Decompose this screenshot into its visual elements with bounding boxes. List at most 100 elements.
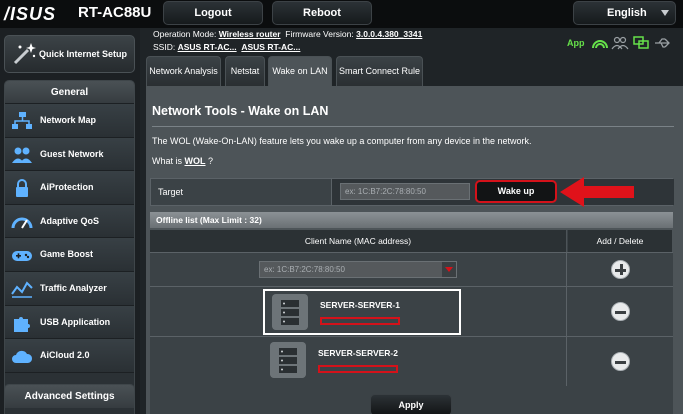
apply-button[interactable]: Apply <box>370 394 452 414</box>
brand-logo: /ISUS <box>4 4 57 24</box>
sidebar-item-adaptive-qos[interactable]: Adaptive QoS <box>5 204 134 239</box>
network-status-icon[interactable] <box>632 36 650 50</box>
client-cell: SERVER-SERVER-2 <box>150 337 567 386</box>
wake-up-button[interactable]: Wake up <box>475 180 557 203</box>
server-icon <box>272 294 308 330</box>
magic-wand-icon <box>13 43 36 65</box>
offline-list-table: Client Name (MAC address) Add / Delete e… <box>150 230 673 414</box>
add-client-button[interactable] <box>611 260 630 279</box>
sidebar-item-label: AiCloud 2.0 <box>40 350 90 361</box>
page-title: Network Tools - Wake on LAN <box>152 104 329 118</box>
quick-internet-setup-label: Quick Internet Setup <box>39 49 128 59</box>
table-row[interactable]: SERVER-SERVER-2 <box>150 336 673 386</box>
sidebar-item-game-boost[interactable]: Game Boost <box>5 238 134 272</box>
sidebar-item-aicloud[interactable]: AiCloud 2.0 <box>5 339 134 373</box>
sidebar-item-guest-network[interactable]: Guest Network <box>5 137 134 172</box>
sidebar-item-label: AiProtection <box>40 182 94 193</box>
language-value: English <box>607 7 647 19</box>
client-card[interactable]: SERVER-SERVER-1 <box>263 289 461 335</box>
advanced-settings-header: Advanced Settings <box>5 385 134 408</box>
guest-network-icon <box>12 147 32 163</box>
sidebar-item-label: Game Boost <box>40 249 94 260</box>
general-header: General <box>5 81 134 104</box>
puzzle-icon <box>14 316 30 332</box>
sidebar-item-label: Guest Network <box>40 148 104 159</box>
op-mode-link[interactable]: Wireless router <box>219 29 281 39</box>
sidebar-item-network-map[interactable]: Network Map <box>5 104 134 138</box>
server-icon <box>270 342 306 378</box>
what-is-wol: What is WOL ? <box>152 156 213 166</box>
cloud-icon <box>12 350 33 364</box>
sidebar-item-label: Adaptive QoS <box>40 215 100 226</box>
reboot-button[interactable]: Reboot <box>272 1 372 25</box>
sidebar-item-usb-application[interactable]: USB Application <box>5 305 134 340</box>
client-cell: SERVER-SERVER-1 <box>150 287 567 336</box>
general-menu: General Network Map Guest Network AiProt… <box>4 80 135 400</box>
delete-cell <box>568 287 673 336</box>
op-mode-label: Operation Mode: <box>153 29 217 39</box>
title-divider <box>152 126 674 127</box>
delete-client-button[interactable] <box>611 352 630 371</box>
target-mac-input[interactable]: ex: 1C:B7:2C:78:80:50 <box>340 183 470 200</box>
column-header-add-delete: Add / Delete <box>568 230 673 252</box>
advanced-settings-menu[interactable]: Advanced Settings <box>4 384 135 414</box>
ssid-line: SSID: ASUS RT-AC... ASUS RT-AC... <box>153 42 300 52</box>
sidebar-item-traffic-analyzer[interactable]: Traffic Analyzer <box>5 271 134 306</box>
client-card[interactable]: SERVER-SERVER-2 <box>263 339 461 385</box>
ssid-1: ASUS RT-AC... <box>177 42 237 52</box>
add-cell <box>568 253 673 286</box>
tab-network-analysis[interactable]: Network Analysis <box>146 56 221 86</box>
clients-status-icon[interactable] <box>611 36 629 50</box>
page-description: The WOL (Wake-On-LAN) feature lets you w… <box>152 136 532 146</box>
sidebar-item-label: USB Application <box>40 316 111 327</box>
language-select[interactable]: English <box>573 1 676 25</box>
internet-status-icon[interactable] <box>591 36 609 50</box>
logout-button[interactable]: Logout <box>163 1 263 25</box>
operation-mode-line: Operation Mode: Wireless router Firmware… <box>153 29 422 39</box>
quick-internet-setup-button[interactable]: Quick Internet Setup <box>4 35 135 73</box>
table-row-add: ex: 1C:B7:2C:78:80:50 <box>150 252 673 286</box>
chevron-down-icon <box>661 10 669 16</box>
firmware-link[interactable]: 3.0.0.4.380_3341 <box>356 29 422 39</box>
main-panel: Network Tools - Wake on LAN The WOL (Wak… <box>146 86 683 414</box>
tab-smart-connect-rule[interactable]: Smart Connect Rule <box>336 56 423 86</box>
network-map-icon <box>12 112 32 129</box>
target-label: Target <box>158 187 184 197</box>
tab-wake-on-lan[interactable]: Wake on LAN <box>268 56 332 86</box>
status-icons: App <box>567 36 675 52</box>
client-name: SERVER-SERVER-1 <box>320 300 400 310</box>
red-arrow-annotation <box>560 177 634 207</box>
wol-help-link[interactable]: WOL <box>185 156 206 166</box>
redaction-box <box>320 317 400 325</box>
what-is-prefix: What is <box>152 156 185 166</box>
status-info-bar: Operation Mode: Wireless router Firmware… <box>146 28 683 56</box>
lock-icon <box>16 179 28 198</box>
sidebar-item-label: Traffic Analyzer <box>40 282 107 293</box>
gamepad-icon <box>12 251 32 262</box>
what-is-suffix: ? <box>205 156 214 166</box>
ssid-label: SSID: <box>153 42 176 52</box>
dropdown-arrow-icon[interactable] <box>442 262 456 277</box>
qos-gauge-icon <box>11 217 33 229</box>
minus-icon <box>615 360 626 364</box>
app-link[interactable]: App <box>567 38 585 48</box>
minus-icon <box>615 310 626 314</box>
column-header-client: Client Name (MAC address) <box>150 230 567 252</box>
router-model: RT-AC88U <box>78 4 152 21</box>
sidebar-item-label: Network Map <box>40 115 97 125</box>
delete-cell <box>568 337 673 386</box>
client-mac-select[interactable]: ex: 1C:B7:2C:78:80:50 <box>259 261 457 278</box>
table-row[interactable]: SERVER-SERVER-1 <box>150 286 673 336</box>
client-name: SERVER-SERVER-2 <box>318 348 398 358</box>
tab-netstat[interactable]: Netstat <box>225 56 265 86</box>
top-bar: /ISUS RT-AC88U Logout Reboot English <box>0 0 683 28</box>
plus-icon-vertical <box>619 264 623 275</box>
client-mac-placeholder: ex: 1C:B7:2C:78:80:50 <box>264 265 345 274</box>
add-client-cell: ex: 1C:B7:2C:78:80:50 <box>150 253 567 286</box>
ssid-2: ASUS RT-AC... <box>241 42 301 52</box>
usb-icon[interactable] <box>653 36 671 50</box>
offline-list-header: Offline list (Max Limit : 32) <box>150 212 673 228</box>
sidebar: Quick Internet Setup General Network Map… <box>0 28 140 414</box>
delete-client-button[interactable] <box>611 302 630 321</box>
sidebar-item-aiprotection[interactable]: AiProtection <box>5 171 134 205</box>
